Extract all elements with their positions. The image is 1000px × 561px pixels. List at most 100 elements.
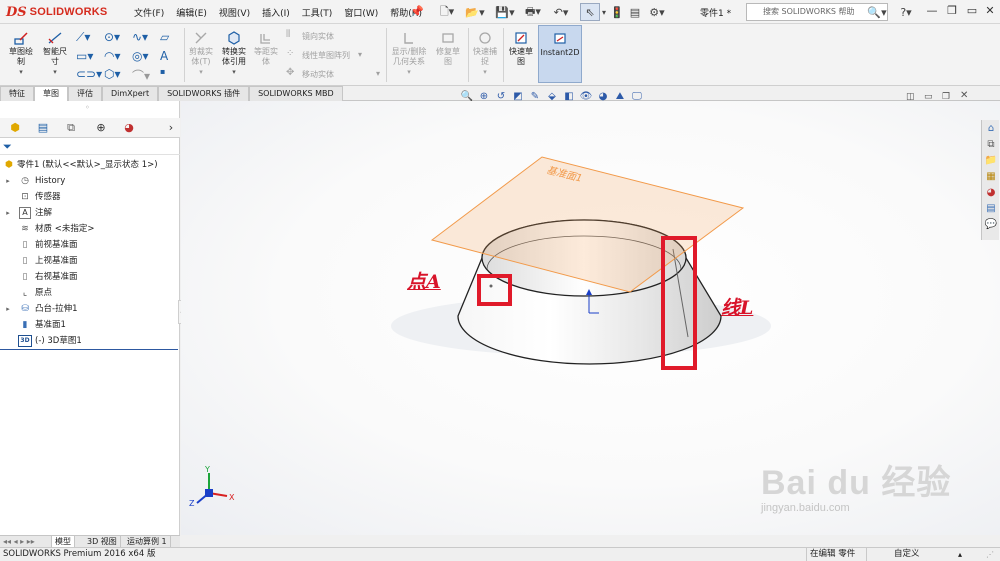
tab-dimxpert[interactable]: DimXpert	[102, 86, 159, 101]
menu-view[interactable]: 视图(V)	[213, 6, 256, 19]
minimize-icon[interactable]: —	[924, 3, 940, 19]
options-gear-icon[interactable]: ⚙▾	[646, 3, 668, 21]
configuration-manager-tab-icon[interactable]: ⧉	[60, 120, 82, 136]
solidworks-logo[interactable]: DS SOLIDWORKS	[6, 4, 107, 20]
linear-pattern-dropdown-icon[interactable]: ▾	[358, 50, 362, 59]
offset-entities-button[interactable]: 等距实 体	[252, 30, 280, 67]
home-icon[interactable]: ⌂	[984, 122, 998, 136]
smart-dimension-button[interactable]: 智能尺 寸 ▾	[38, 30, 72, 77]
tree-item[interactable]: ⊡ 传感器	[0, 189, 180, 205]
display-manager-tab-icon[interactable]: ◕	[118, 120, 140, 136]
tab-sketch[interactable]: 草图	[34, 86, 68, 101]
expand-arrow-icon[interactable]: ▸	[4, 301, 12, 317]
rectangle-tool-icon[interactable]: ▭▾	[76, 49, 93, 63]
apply-scene-icon[interactable]: ⛰	[613, 90, 627, 104]
plane-tool-icon[interactable]: ▱	[160, 30, 169, 44]
move-entities-button[interactable]: 移动实体	[302, 69, 334, 80]
tree-item[interactable]: ⌞ 原点	[0, 285, 180, 301]
trim-entities-button[interactable]: 剪裁实 体(T) ▾	[186, 30, 216, 77]
tab-features[interactable]: 特征	[0, 86, 34, 101]
filter-icon[interactable]: ⏷	[3, 140, 12, 154]
menu-edit[interactable]: 编辑(E)	[170, 6, 213, 19]
chevron-right-icon[interactable]: ›	[160, 120, 182, 136]
help-question-icon[interactable]: ?▾	[896, 3, 916, 21]
viewport-restore-icon[interactable]: ◫	[906, 92, 915, 102]
units-dropdown-icon[interactable]: ▴	[958, 548, 962, 561]
design-library-icon[interactable]: ⧉	[984, 138, 998, 152]
text-tool-icon[interactable]: A	[160, 49, 168, 63]
tab-mbd[interactable]: SOLIDWORKS MBD	[249, 86, 343, 101]
viewport-close-icon[interactable]: ✕	[960, 90, 968, 101]
select-cursor-icon[interactable]: ⇖	[580, 3, 600, 21]
ellipse-tool-icon[interactable]: ◎▾	[132, 49, 149, 63]
graphics-area[interactable]: 基准面1 Y X Z 点A 线L Bai du 经验 jingyan.baidu…	[181, 101, 1000, 535]
traffic-light-icon[interactable]: 🚦	[610, 3, 624, 21]
sketch-button[interactable]: 草图绘 制 ▾	[4, 30, 38, 77]
close-icon[interactable]: ✕	[982, 3, 998, 19]
tree-item[interactable]: ▯ 上视基准面	[0, 253, 180, 269]
select-dropdown-icon[interactable]: ▾	[600, 3, 608, 21]
new-document-icon[interactable]: 🗋▾	[436, 3, 458, 21]
filter-row[interactable]: ⏷	[0, 139, 180, 155]
tree-item[interactable]: ▮ 基准面1	[0, 317, 180, 333]
viewport-tile-icon[interactable]: ▭	[924, 92, 933, 102]
view-orientation-icon[interactable]: ⬙	[545, 90, 559, 104]
feature-manager-tab-icon[interactable]: ⬢	[4, 120, 26, 136]
save-icon[interactable]: 💾▾	[494, 3, 516, 21]
tree-item[interactable]: ≋ 材质 <未指定>	[0, 221, 180, 237]
open-folder-icon[interactable]: 📂▾	[464, 3, 486, 21]
tab-addins[interactable]: SOLIDWORKS 插件	[158, 86, 250, 101]
expand-arrow-icon[interactable]: ▸	[4, 205, 12, 221]
repair-sketch-button[interactable]: 修复草 图	[432, 30, 464, 67]
menu-tools[interactable]: 工具(T)	[296, 6, 339, 19]
zoom-to-fit-icon[interactable]: 🔍	[460, 90, 474, 104]
mirror-entities-button[interactable]: 镜向实体	[302, 31, 334, 42]
tree-item[interactable]: ▯ 右视基准面	[0, 269, 180, 285]
file-explorer-icon[interactable]: 📁	[984, 154, 998, 168]
menu-window[interactable]: 窗口(W)	[338, 6, 384, 19]
move-dropdown-icon[interactable]: ▾	[376, 69, 380, 78]
menu-insert[interactable]: 插入(I)	[256, 6, 296, 19]
view-palette-icon[interactable]: ▦	[984, 170, 998, 184]
hide-show-items-icon[interactable]: 👁	[579, 90, 593, 104]
spline-tool-icon[interactable]: ∿▾	[132, 30, 148, 44]
panel-grip-icon[interactable]: ◦	[85, 103, 90, 112]
pin-icon[interactable]: 📌	[410, 5, 424, 18]
expand-arrow-icon[interactable]: ▸	[4, 173, 12, 189]
property-manager-tab-icon[interactable]: ▤	[32, 120, 54, 136]
tab-evaluate[interactable]: 评估	[68, 86, 102, 101]
dynamic-annotation-icon[interactable]: ✎	[528, 90, 542, 104]
convert-entities-button[interactable]: 转换实 体引用 ▾	[218, 30, 250, 77]
zoom-area-icon[interactable]: ⊕	[477, 90, 491, 104]
restore-down-icon[interactable]: ▭	[964, 3, 980, 19]
quick-snaps-button[interactable]: 快速捕 捉 ▾	[470, 30, 500, 77]
view-triad[interactable]: Y X Z	[189, 465, 235, 508]
point-tool-icon[interactable]: ▪	[160, 67, 165, 76]
linear-pattern-button[interactable]: 线性草图阵列	[302, 50, 350, 61]
restore-icon[interactable]: ❐	[944, 3, 960, 19]
tree-item[interactable]: ▸ A 注解	[0, 205, 180, 221]
file-properties-icon[interactable]: ▤	[628, 3, 642, 21]
undo-icon[interactable]: ↶▾	[550, 3, 572, 21]
viewport-maximize-icon[interactable]: ❐	[942, 92, 950, 102]
section-view-icon[interactable]: ◩	[511, 90, 525, 104]
display-style-icon[interactable]: ◧	[562, 90, 576, 104]
line-tool-icon[interactable]: ⟋▾	[76, 30, 90, 45]
previous-view-icon[interactable]: ↺	[494, 90, 508, 104]
tree-item[interactable]: ▸ ⛁ 凸台-拉伸1	[0, 301, 180, 317]
view-settings-icon[interactable]: 🖵	[630, 90, 644, 104]
slot-tool-icon[interactable]: ⊂⊃▾	[76, 67, 102, 81]
rollback-bar[interactable]	[0, 349, 178, 350]
circle-tool-icon[interactable]: ⊙▾	[104, 30, 120, 44]
print-icon[interactable]: 🖶▾	[522, 3, 544, 21]
arc-tool-icon[interactable]: ◠▾	[104, 49, 121, 63]
tree-item[interactable]: ▯ 前视基准面	[0, 237, 180, 253]
dimxpert-manager-tab-icon[interactable]: ⊕	[90, 120, 112, 136]
fillet-tool-icon[interactable]: ⌒▾	[132, 67, 150, 84]
menu-file[interactable]: 文件(F)	[128, 6, 170, 19]
display-delete-relations-button[interactable]: 显示/删除 几何关系 ▾	[388, 30, 430, 77]
rapid-sketch-button[interactable]: 快速草 图	[505, 30, 537, 67]
custom-properties-icon[interactable]: ▤	[984, 202, 998, 216]
polygon-tool-icon[interactable]: ⬡▾	[104, 67, 121, 81]
tree-item[interactable]: ▸ ◷ History	[0, 173, 180, 189]
